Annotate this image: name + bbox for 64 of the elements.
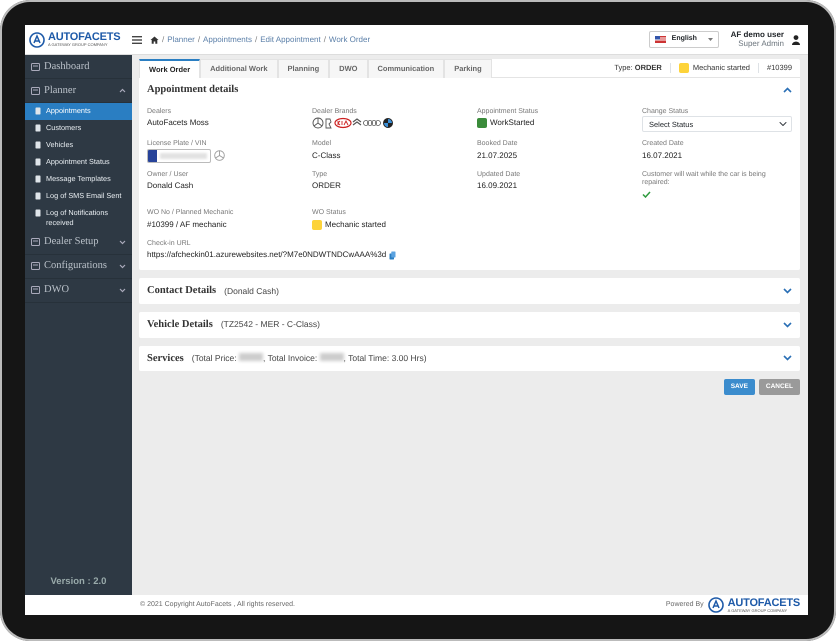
breadcrumb-separator: / [254, 34, 258, 46]
field-value: C-Class [312, 150, 340, 162]
document-icon [35, 141, 41, 149]
section-summary: (Donald Cash) [224, 284, 279, 298]
field-value: Donald Cash [147, 180, 194, 192]
copy-icon[interactable] [389, 250, 396, 260]
logo-icon [708, 597, 724, 613]
sidebar-label: Dashboard [44, 60, 90, 74]
chevron-up-icon[interactable] [783, 86, 792, 93]
document-icon [35, 209, 41, 217]
chevron-down-icon[interactable] [119, 288, 126, 293]
check-in-url: https://afcheckin01.azurewebsites.net/?M7e0NDWTNDCwAAA%3d [147, 249, 386, 262]
section-title: Services [147, 352, 184, 366]
chevron-down-icon[interactable] [783, 288, 792, 294]
sidebar-group[interactable]: Dashboard [25, 55, 132, 79]
chevron-down-icon[interactable] [783, 322, 792, 328]
section-title: Contact Details [147, 284, 216, 298]
sidebar-group[interactable]: DWO [25, 278, 132, 303]
field-value: AutoFacets Moss [147, 117, 209, 130]
chevron-down-icon[interactable] [119, 264, 126, 269]
chevron-up-icon[interactable] [119, 88, 126, 93]
section-summary: (TZ2542 - MER - C-Class) [220, 318, 320, 332]
brand-name: AUTOFACETS [728, 598, 800, 608]
sidebar-group[interactable]: Configurations [25, 254, 132, 279]
sidebar-label: DWO [44, 283, 70, 298]
flag-icon [654, 36, 666, 43]
document-icon [35, 107, 41, 115]
field-value: ORDER [312, 180, 341, 192]
field-value: 16.07.2021 [642, 150, 682, 162]
user-icon [792, 34, 800, 44]
brand-name: AUTOFACETS [48, 32, 120, 43]
car-brand-icon [214, 150, 225, 162]
section-summary: (Total Price: , Total Invoice: , Total Time: 3.00 Hrs) [192, 352, 427, 365]
field-value: 16.09.2021 [477, 180, 518, 192]
breadcrumb-separator: / [198, 34, 200, 46]
breadcrumb-separator: / [162, 34, 164, 46]
breadcrumb-link[interactable]: Appointments [203, 34, 252, 46]
chevron-down-icon[interactable] [119, 240, 126, 245]
logo-icon [29, 32, 45, 48]
breadcrumb-separator: / [324, 34, 326, 46]
breadcrumb-link[interactable]: Work Order [328, 34, 370, 46]
section-title: Vehicle Details [147, 318, 213, 332]
version-label: Version : 2.0 [50, 574, 108, 589]
breadcrumb-link[interactable]: Planner [167, 34, 195, 46]
field-value: WorkStarted [490, 117, 534, 130]
user-name: AF demo user [730, 30, 784, 40]
field-value: Mechanic started [325, 218, 386, 231]
license-plate-field [147, 148, 211, 163]
sidebar-label: Planner [44, 84, 76, 98]
caret-icon [708, 38, 713, 41]
document-icon [35, 192, 41, 200]
user-role: Super Admin [737, 40, 784, 48]
document-icon [35, 175, 41, 183]
document-icon [35, 158, 41, 166]
sidebar-group[interactable]: Dealer Setup [25, 230, 132, 255]
sidebar-label: Configurations [44, 259, 107, 274]
sidebar-label: Dealer Setup [44, 235, 99, 250]
home-icon[interactable] [150, 36, 159, 44]
field-value: 21.07.2025 [477, 150, 518, 162]
field-value: #10399 / AF mechanic [147, 218, 227, 231]
breadcrumb-link[interactable]: Edit Appointment [260, 34, 321, 46]
chevron-down-icon[interactable] [783, 355, 792, 362]
document-icon [35, 124, 41, 132]
section-title: Appointment details [147, 83, 238, 97]
